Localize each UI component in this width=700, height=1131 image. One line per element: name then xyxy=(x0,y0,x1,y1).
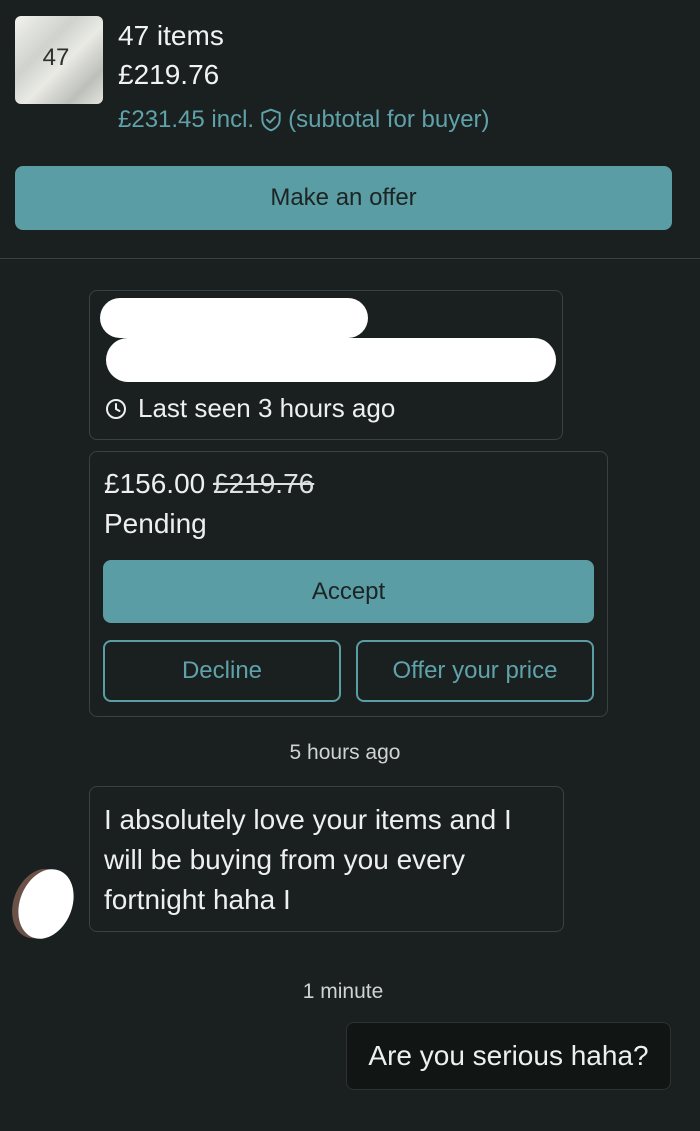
last-seen-text: Last seen 3 hours ago xyxy=(138,393,396,423)
outgoing-message-bubble: Are you serious haha? xyxy=(346,1022,671,1090)
message-timestamp: 1 minute xyxy=(302,980,384,1003)
listing-thumbnail[interactable]: 47 xyxy=(15,16,103,104)
listing-price: £219.76 xyxy=(118,59,220,90)
thumbnail-count: 47 xyxy=(42,44,70,71)
clock-icon xyxy=(106,398,126,419)
redacted-username xyxy=(100,298,368,338)
price-incl-row[interactable]: £231.45 incl. (subtotal for buyer) xyxy=(118,106,490,134)
accept-button[interactable]: Accept xyxy=(103,560,594,623)
original-price: £219.76 xyxy=(213,468,315,499)
redacted-location xyxy=(106,338,556,382)
offer-status: Pending xyxy=(104,508,207,539)
offer-your-price-button[interactable]: Offer your price xyxy=(356,640,594,702)
last-seen-row: Last seen 3 hours ago xyxy=(104,393,395,424)
incoming-message-text: I absolutely love your items and I will … xyxy=(104,804,512,915)
decline-button[interactable]: Decline xyxy=(103,640,341,702)
items-count: 47 items xyxy=(118,20,224,51)
price-incl: £231.45 incl. xyxy=(118,106,255,133)
subtotal-note: (subtotal for buyer) xyxy=(288,106,490,133)
divider xyxy=(0,258,700,259)
make-offer-button[interactable]: Make an offer xyxy=(15,166,672,230)
offer-price: £156.00 xyxy=(104,468,206,499)
avatar[interactable] xyxy=(8,860,84,948)
buyer-protection-shield-icon xyxy=(261,108,281,132)
message-timestamp: 5 hours ago xyxy=(289,741,401,764)
offer-price-row: £156.00 £219.76 xyxy=(104,468,314,500)
